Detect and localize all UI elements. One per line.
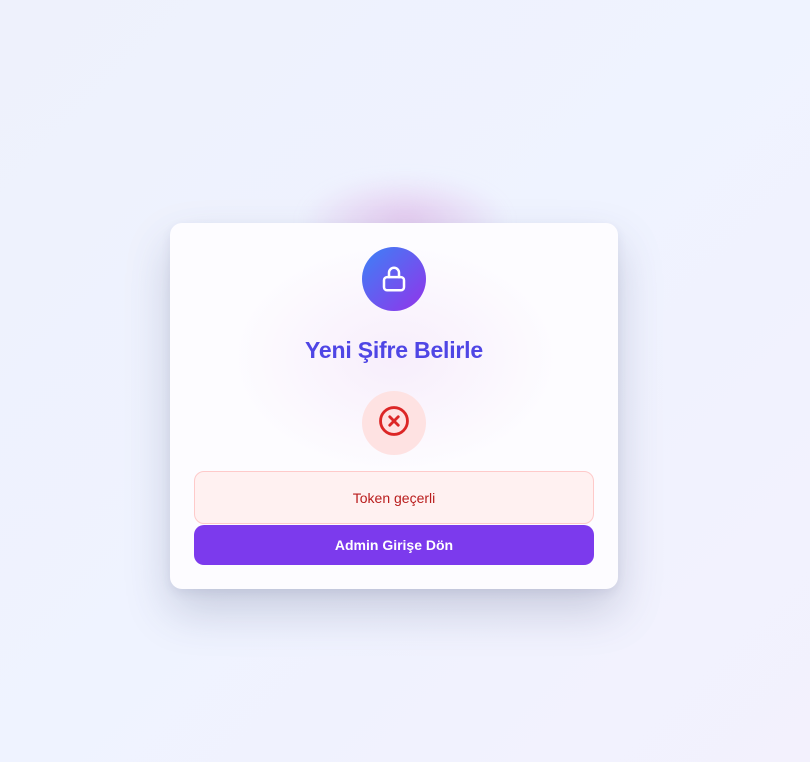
lock-icon [379, 264, 409, 294]
status-message-text: Token geçerli [352, 489, 436, 506]
back-to-admin-login-button[interactable]: Admin Girişe Dön [194, 525, 594, 565]
page-title: Yeni Şifre Belirle [305, 337, 483, 363]
reset-password-card: Yeni Şifre Belirle Token geçerli Admin G… [170, 223, 618, 589]
status-message: Token geçerli [194, 471, 594, 524]
lock-badge [362, 247, 426, 311]
status-badge [362, 391, 426, 455]
error-circle-x-icon [377, 404, 411, 443]
back-button-label: Admin Girişe Dön [334, 537, 454, 553]
